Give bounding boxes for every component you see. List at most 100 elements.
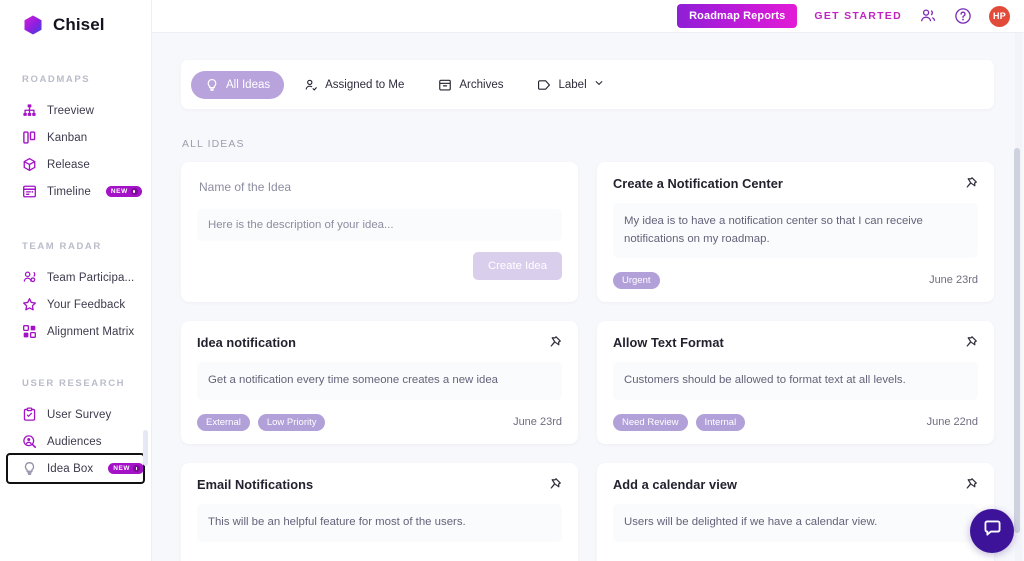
card-description: Get a notification every time someone cr… <box>197 362 562 401</box>
sidebar-section-team-radar-title: TEAM RADAR <box>22 241 102 252</box>
person-assign-icon <box>304 78 318 92</box>
new-badge-label: NEW <box>113 465 131 472</box>
pin-icon[interactable] <box>547 477 562 492</box>
page-scrollbar-track[interactable] <box>1013 33 1022 561</box>
tab-archives[interactable]: Archives <box>424 71 517 99</box>
card-title: Create a Notification Center <box>613 176 783 191</box>
card-header: Idea notification <box>197 335 562 350</box>
tab-assigned-to-me[interactable]: Assigned to Me <box>290 71 418 99</box>
sidebar-item-label: Audiences <box>47 435 102 448</box>
brand[interactable]: Chisel <box>0 0 151 36</box>
card-title: Allow Text Format <box>613 335 724 351</box>
card-footer <box>197 555 562 561</box>
sidebar-item-kanban[interactable]: Kanban <box>0 124 151 151</box>
avatar[interactable]: HP <box>989 5 1010 27</box>
section-label-all-ideas: ALL IDEAS <box>182 138 245 150</box>
idea-description-input[interactable]: Here is the description of your idea... <box>197 209 562 241</box>
info-dot-icon <box>130 188 138 195</box>
new-badge: NEW <box>105 186 142 197</box>
idea-card[interactable]: Idea notification Get a notification eve… <box>181 321 578 445</box>
card-tags: Need Review Internal <box>613 413 746 431</box>
kanban-icon <box>22 130 37 145</box>
treeview-icon <box>22 103 37 118</box>
sidebar-item-timeline[interactable]: Timeline NEW <box>0 178 151 205</box>
get-started-link[interactable]: GET STARTED <box>814 10 902 22</box>
app-root: Chisel ROADMAPS Treeview Kanban Release … <box>0 0 1024 561</box>
card-date: June 23rd <box>513 416 562 429</box>
sidebar-item-team-participation[interactable]: Team Participa... <box>0 264 151 291</box>
card-date: June 23rd <box>929 274 978 287</box>
ideas-grid: Name of the Idea Here is the description… <box>181 162 994 561</box>
hexagon-logo-icon <box>22 14 44 36</box>
sidebar-section-roadmaps-title: ROADMAPS <box>22 74 91 85</box>
card-date: June 22nd <box>926 416 978 429</box>
sidebar-section-user-research-title: USER RESEARCH <box>22 378 126 389</box>
star-icon <box>22 297 37 312</box>
sidebar-item-label: Kanban <box>47 131 88 144</box>
tag[interactable]: Need Review <box>613 413 688 431</box>
card-description: My idea is to have a notification center… <box>613 203 978 259</box>
audience-search-icon <box>22 434 37 449</box>
chevron-down-icon <box>594 78 604 92</box>
card-tags: Urgent <box>613 271 660 289</box>
pin-icon[interactable] <box>963 176 978 191</box>
card-header: Allow Text Format <box>613 335 978 350</box>
tab-label: Assigned to Me <box>325 78 405 91</box>
pin-icon[interactable] <box>963 335 978 350</box>
lightbulb-icon <box>205 78 219 92</box>
main-content: All Ideas Assigned to Me Archives Label … <box>152 33 1024 561</box>
alignment-matrix-icon <box>22 324 37 339</box>
sidebar-item-label: Alignment Matrix <box>47 325 135 338</box>
card-footer <box>613 555 978 561</box>
sidebar-item-user-survey[interactable]: User Survey <box>0 401 151 428</box>
sidebar-item-audiences[interactable]: Audiences <box>0 428 151 455</box>
team-participation-icon <box>22 270 37 285</box>
idea-card[interactable]: Email Notifications This will be an help… <box>181 463 578 561</box>
card-title: Email Notifications <box>197 477 314 493</box>
card-description: Customers should be allowed to format te… <box>613 362 978 401</box>
timeline-icon <box>22 184 37 199</box>
tag[interactable]: Internal <box>695 413 746 431</box>
sidebar-item-label: Idea Box <box>47 462 94 475</box>
card-footer: Urgent June 23rd <box>613 271 978 289</box>
sidebar-item-label: Your Feedback <box>47 298 126 311</box>
idea-card[interactable]: Allow Text Format Customers should be al… <box>597 321 994 445</box>
tag[interactable]: External <box>197 413 250 431</box>
pin-icon[interactable] <box>547 335 562 350</box>
sidebar-nav-user-research: User Survey Audiences Idea Box NEW <box>0 401 151 484</box>
pin-icon[interactable] <box>963 477 978 492</box>
idea-card[interactable]: Add a calendar view Users will be deligh… <box>597 463 994 561</box>
create-idea-button[interactable]: Create Idea <box>472 252 562 280</box>
chat-launcher-button[interactable] <box>970 509 1014 553</box>
sidebar-item-alignment-matrix[interactable]: Alignment Matrix <box>0 318 151 345</box>
sidebar-nav-roadmaps: Treeview Kanban Release Timeline NEW <box>0 97 151 205</box>
label-tag-icon <box>537 78 551 92</box>
sidebar-scroll-indicator[interactable] <box>143 430 148 466</box>
archive-box-icon <box>438 78 452 92</box>
card-footer: Need Review Internal June 22nd <box>613 413 978 431</box>
tab-label: Label <box>558 78 587 91</box>
clipboard-check-icon <box>22 407 37 422</box>
sidebar-item-label: Release <box>47 158 90 171</box>
tab-all-ideas[interactable]: All Ideas <box>191 70 285 99</box>
create-idea-actions: Create Idea <box>197 252 562 280</box>
tag[interactable]: Urgent <box>613 271 660 289</box>
card-footer: External Low Priority June 23rd <box>197 413 562 431</box>
people-icon[interactable] <box>919 7 937 25</box>
page-scrollbar-thumb[interactable] <box>1013 148 1020 533</box>
card-description: This will be an helpful feature for most… <box>197 504 562 542</box>
sidebar-item-your-feedback[interactable]: Your Feedback <box>0 291 151 318</box>
chat-bubble-icon <box>982 518 1003 544</box>
idea-card[interactable]: Create a Notification Center My idea is … <box>597 162 994 303</box>
sidebar-item-idea-box[interactable]: Idea Box NEW <box>6 453 145 484</box>
sidebar-item-release[interactable]: Release <box>0 151 151 178</box>
tab-label[interactable]: Label <box>523 71 617 99</box>
idea-name-input[interactable]: Name of the Idea <box>197 178 562 194</box>
card-tags: External Low Priority <box>197 413 326 431</box>
card-title: Idea notification <box>197 335 296 351</box>
help-circle-icon[interactable] <box>954 7 972 25</box>
sidebar: Chisel ROADMAPS Treeview Kanban Release … <box>0 0 152 561</box>
sidebar-item-treeview[interactable]: Treeview <box>0 97 151 124</box>
roadmap-reports-button[interactable]: Roadmap Reports <box>677 4 798 28</box>
tag[interactable]: Low Priority <box>257 413 326 431</box>
